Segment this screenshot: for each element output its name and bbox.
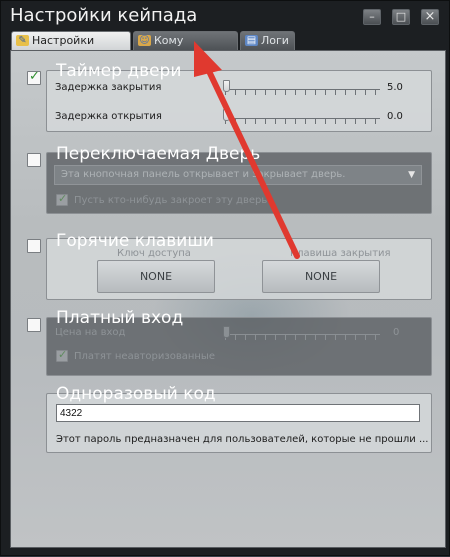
checkmark-icon: ✓ (58, 348, 68, 361)
toggle-door-checkbox[interactable] (27, 153, 41, 167)
title-bar[interactable]: Настройки кейпада – □ × (1, 1, 450, 31)
open-delay-track (225, 118, 380, 119)
close-delay-track (225, 89, 380, 90)
close-key-button[interactable]: NONE (262, 260, 380, 293)
toggle-close-option-checkbox[interactable]: ✓ (56, 192, 68, 206)
timer-title: Таймер двери (56, 61, 182, 81)
price-ticks (225, 335, 377, 340)
checkmark-icon: ✓ (29, 69, 40, 84)
unauthorized-pay-label: Платят неавторизованные (74, 351, 215, 362)
one-time-code-input[interactable] (56, 404, 420, 422)
close-delay-slider[interactable] (223, 80, 230, 92)
open-delay-slider[interactable] (223, 109, 230, 121)
hotkeys-checkbox[interactable] (27, 239, 41, 253)
price-track (225, 334, 380, 335)
book-tab-icon: ▤ (245, 35, 258, 46)
one-time-code-note: Этот пароль предназначен для пользовател… (56, 434, 429, 445)
paid-entry-checkbox[interactable] (27, 318, 41, 332)
one-time-code-title: Одноразовый код (56, 384, 216, 404)
price-slider[interactable] (223, 326, 230, 338)
price-value: 0 (393, 327, 400, 338)
door-settings-content: ✓ Задержка закрытия 5.0 Задержка открыти… (10, 50, 446, 548)
close-delay-ticks (225, 90, 377, 95)
tab-who-has-access[interactable]: ☺ Кому доступно (133, 31, 238, 64)
toggle-mode-dropdown[interactable]: Эта кнопочная панель открывает и закрыва… (54, 165, 422, 185)
paid-entry-title: Платный вход (56, 308, 184, 328)
open-delay-ticks (225, 119, 377, 124)
settings-tab-icon: ✎ (16, 35, 29, 46)
unauthorized-pay-checkbox[interactable]: ✓ (56, 348, 68, 362)
access-key-button[interactable]: NONE (97, 260, 215, 293)
toggle-close-option-label: Пусть кто-нибудь закроет эту дверь (74, 195, 268, 206)
maximize-button[interactable]: □ (392, 9, 410, 25)
minimize-button[interactable]: – (363, 9, 381, 25)
open-delay-label: Задержка открытия (55, 111, 162, 122)
chevron-down-icon: ▼ (408, 170, 415, 180)
checkmark-icon: ✓ (58, 192, 68, 205)
tab-logs[interactable]: ▤ Логи (240, 31, 295, 50)
price-label: Цена на вход (55, 327, 126, 338)
hotkeys-title: Горячие клавиши (56, 231, 214, 251)
close-key-label: Клавиша закрытия (290, 248, 391, 259)
toggle-door-title: Переключаемая Дверь (56, 144, 261, 164)
close-delay-value: 5.0 (387, 82, 403, 93)
close-button[interactable]: × (421, 9, 439, 25)
close-delay-label: Задержка закрытия (55, 82, 162, 93)
tab-label: Логи (261, 34, 289, 47)
tab-door-settings[interactable]: ✎ Настройки двери (11, 31, 131, 64)
open-delay-value: 0.0 (387, 111, 403, 122)
timer-checkbox[interactable]: ✓ (27, 69, 41, 85)
users-tab-icon: ☺ (138, 35, 151, 46)
dropdown-value: Эта кнопочная панель открывает и закрыва… (61, 169, 346, 180)
window-title: Настройки кейпада (10, 5, 198, 26)
keypad-settings-window: Настройки кейпада – □ × ✎ Настройки двер… (0, 0, 450, 556)
